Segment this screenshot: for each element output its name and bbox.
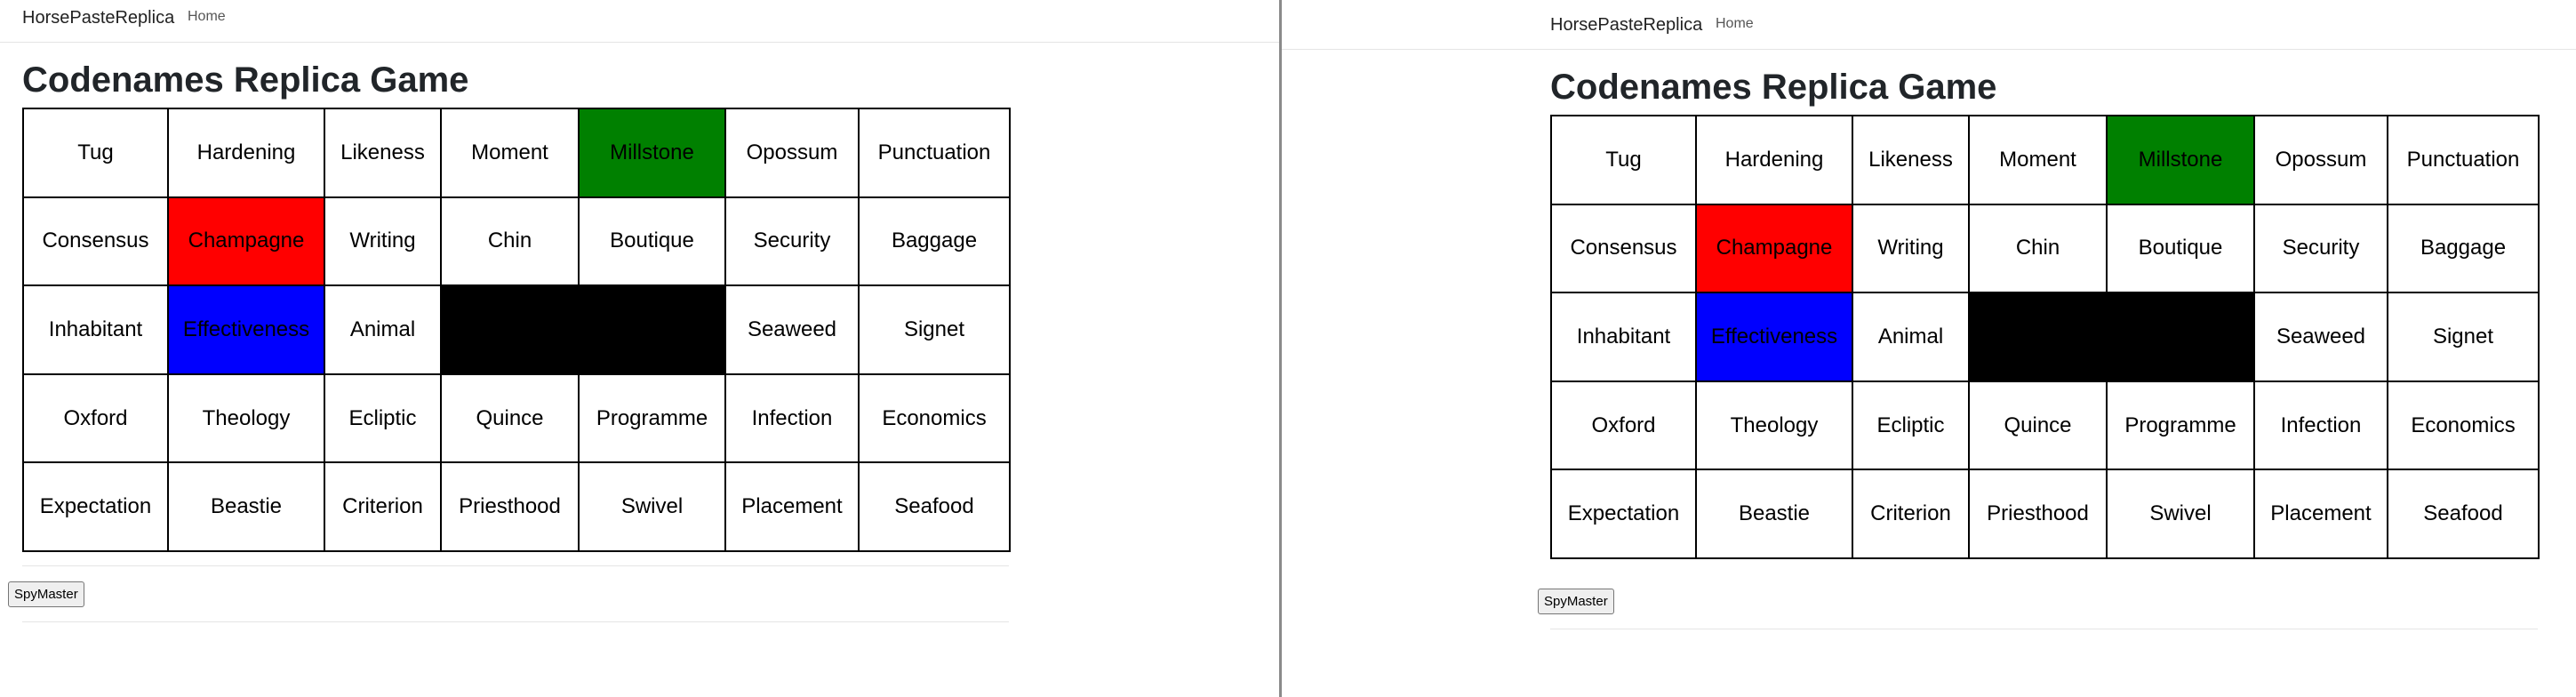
word-card[interactable]: Effectiveness	[167, 284, 325, 375]
word-card[interactable]: Programme	[578, 373, 726, 464]
word-card[interactable]: Quince	[440, 373, 580, 464]
word-card[interactable]: Millstone	[2106, 115, 2255, 205]
browser-window-right: HorsePasteReplica Home Codenames Replica…	[1282, 0, 2576, 697]
word-card[interactable]: Oxford	[1550, 380, 1697, 471]
word-card[interactable]: Baggage	[2387, 203, 2540, 294]
brand-link[interactable]: HorsePasteReplica	[1550, 15, 1702, 36]
word-card[interactable]: Ecliptic	[1852, 380, 1970, 471]
word-card[interactable]: Expectation	[22, 461, 169, 552]
word-card[interactable]: Tender	[1968, 292, 2108, 382]
board-row: Oxford Theology Ecliptic Quince Programme Inf…	[1550, 380, 2540, 471]
word-card[interactable]: Economics	[2387, 380, 2540, 471]
word-card[interactable]: Hardening	[1695, 115, 1853, 205]
word-card[interactable]: Seaweed	[2253, 292, 2388, 382]
word-card[interactable]: Baggage	[858, 196, 1011, 287]
word-card[interactable]: Security	[724, 196, 860, 287]
board-row: Tug Hardening Likeness Moment Millstone Oposs…	[1550, 115, 2540, 205]
board-row: Oxford Theology Ecliptic Quince Programme Inf…	[22, 373, 1011, 464]
word-card[interactable]: Seaweed	[724, 284, 860, 375]
word-card[interactable]: Writing	[324, 196, 442, 287]
word-card[interactable]: Security	[2253, 203, 2388, 294]
word-card[interactable]: Infection	[724, 373, 860, 464]
word-card[interactable]: Chin	[440, 196, 580, 287]
word-card[interactable]: Moment	[440, 108, 580, 198]
word-card[interactable]: Champagne	[167, 196, 325, 287]
word-card[interactable]: Economics	[858, 373, 1011, 464]
word-card[interactable]: Animal	[324, 284, 442, 375]
brand-link[interactable]: HorsePasteReplica	[22, 8, 174, 28]
word-card[interactable]: Ecliptic	[324, 373, 442, 464]
word-card[interactable]: Placement	[724, 461, 860, 552]
word-card[interactable]: Tender	[440, 284, 580, 375]
game-board: Tug Hardening Likeness Moment Millstone Oposs…	[22, 108, 1011, 552]
word-card[interactable]: Priesthood	[1968, 469, 2108, 559]
page-title: Codenames Replica Game	[22, 60, 469, 100]
word-card[interactable]: Effectiveness	[1695, 292, 1853, 382]
word-card[interactable]: Theology	[1695, 380, 1853, 471]
navbar: HorsePasteReplica Home	[1282, 0, 2576, 50]
word-card[interactable]: Boutique	[2106, 203, 2255, 294]
board-row: Expectation Beastie Criterion Priesthood Swi…	[22, 461, 1011, 552]
board-row: Inhabitant Effectiveness Animal Tender Stain…	[1550, 292, 2540, 382]
word-card[interactable]: Swivel	[578, 461, 726, 552]
word-card[interactable]: Hardening	[167, 108, 325, 198]
word-card[interactable]: Placement	[2253, 469, 2388, 559]
word-card[interactable]: Millstone	[578, 108, 726, 198]
divider	[22, 621, 1009, 622]
game-board: Tug Hardening Likeness Moment Millstone Oposs…	[1550, 115, 2540, 559]
word-card[interactable]: Inhabitant	[22, 284, 169, 375]
board-row: Consensus Champagne Writing Chin Boutique Sec…	[22, 196, 1011, 287]
word-card[interactable]: Swivel	[2106, 469, 2255, 559]
word-card[interactable]: Animal	[1852, 292, 1970, 382]
word-card[interactable]: Criterion	[324, 461, 442, 552]
nav-home-link[interactable]: Home	[188, 9, 226, 25]
word-card[interactable]: Chin	[1968, 203, 2108, 294]
word-card[interactable]: Champagne	[1695, 203, 1853, 294]
word-card[interactable]: Beastie	[1695, 469, 1853, 559]
word-card[interactable]: Programme	[2106, 380, 2255, 471]
word-card[interactable]: Consensus	[1550, 203, 1697, 294]
word-card[interactable]: Quince	[1968, 380, 2108, 471]
word-card[interactable]: Punctuation	[2387, 115, 2540, 205]
word-card[interactable]: Boutique	[578, 196, 726, 287]
word-card[interactable]: Consensus	[22, 196, 169, 287]
word-card[interactable]: Theology	[167, 373, 325, 464]
word-card[interactable]: Seafood	[858, 461, 1011, 552]
board-body: Tug Hardening Likeness Moment Millstone Oposs…	[22, 108, 1011, 552]
word-card[interactable]: Opossum	[2253, 115, 2388, 205]
word-card[interactable]: Priesthood	[440, 461, 580, 552]
board-row: Inhabitant Effectiveness Animal Tender Stain…	[22, 284, 1011, 375]
word-card[interactable]: Inhabitant	[1550, 292, 1697, 382]
divider	[22, 565, 1009, 566]
word-card[interactable]: Signet	[858, 284, 1011, 375]
word-card[interactable]: Infection	[2253, 380, 2388, 471]
word-card[interactable]: Oxford	[22, 373, 169, 464]
browser-window-left: HorsePasteReplica Home Codenames Replica…	[0, 0, 1279, 697]
word-card[interactable]: Criterion	[1852, 469, 1970, 559]
word-card[interactable]: Stain	[2106, 292, 2255, 382]
board-row: Expectation Beastie Criterion Priesthood Swi…	[1550, 469, 2540, 559]
board-row: Tug Hardening Likeness Moment Millstone Oposs…	[22, 108, 1011, 198]
word-card[interactable]: Stain	[578, 284, 726, 375]
board-body: Tug Hardening Likeness Moment Millstone Oposs…	[1550, 115, 2540, 559]
word-card[interactable]: Opossum	[724, 108, 860, 198]
word-card[interactable]: Tug	[22, 108, 169, 198]
word-card[interactable]: Expectation	[1550, 469, 1697, 559]
word-card[interactable]: Tug	[1550, 115, 1697, 205]
board-row: Consensus Champagne Writing Chin Boutique Sec…	[1550, 203, 2540, 294]
word-card[interactable]: Writing	[1852, 203, 1970, 294]
nav-home-link[interactable]: Home	[1716, 16, 1754, 32]
spymaster-button[interactable]: SpyMaster	[1538, 589, 1614, 614]
word-card[interactable]: Signet	[2387, 292, 2540, 382]
spymaster-button[interactable]: SpyMaster	[8, 581, 84, 607]
word-card[interactable]: Punctuation	[858, 108, 1011, 198]
navbar: HorsePasteReplica Home	[0, 0, 1279, 43]
word-card[interactable]: Beastie	[167, 461, 325, 552]
word-card[interactable]: Likeness	[1852, 115, 1970, 205]
word-card[interactable]: Likeness	[324, 108, 442, 198]
word-card[interactable]: Seafood	[2387, 469, 2540, 559]
word-card[interactable]: Moment	[1968, 115, 2108, 205]
page-title: Codenames Replica Game	[1550, 68, 1997, 107]
